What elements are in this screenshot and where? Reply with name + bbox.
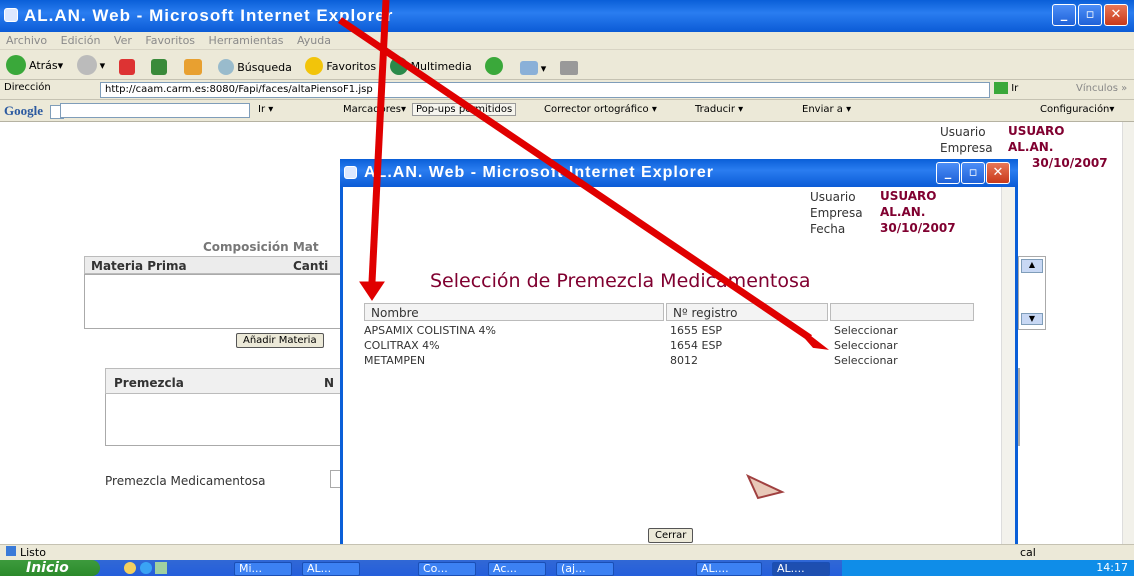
system-tray: 14:17 [842,560,1134,576]
quick-launch [124,562,182,574]
task-button[interactable]: Co... [418,562,476,576]
arrow-to-seleccionar [338,17,812,341]
task-button[interactable]: Mi... [234,562,292,576]
clock: 14:17 [1096,561,1128,574]
arrowhead-seleccionar [798,328,830,350]
ie-quicklaunch-icon[interactable] [124,562,136,574]
arrowhead-nombre [359,281,385,301]
task-button-active[interactable]: AL.... [772,562,830,576]
start-button[interactable]: Inicio [0,560,100,576]
status-text: Listo [20,546,46,559]
task-button[interactable]: AL... [302,562,360,576]
status-bar: Listo cal [0,544,1134,560]
status-zone: cal [1020,546,1036,559]
browser-quicklaunch-icon[interactable] [139,562,152,574]
task-button[interactable]: AL.... [696,562,762,576]
task-button[interactable]: Ac... [488,562,546,576]
desktop-quicklaunch-icon[interactable] [155,562,167,574]
annotation-arrows [338,0,830,576]
ie-page-icon [6,546,16,556]
task-button[interactable]: (aj... [556,562,614,576]
